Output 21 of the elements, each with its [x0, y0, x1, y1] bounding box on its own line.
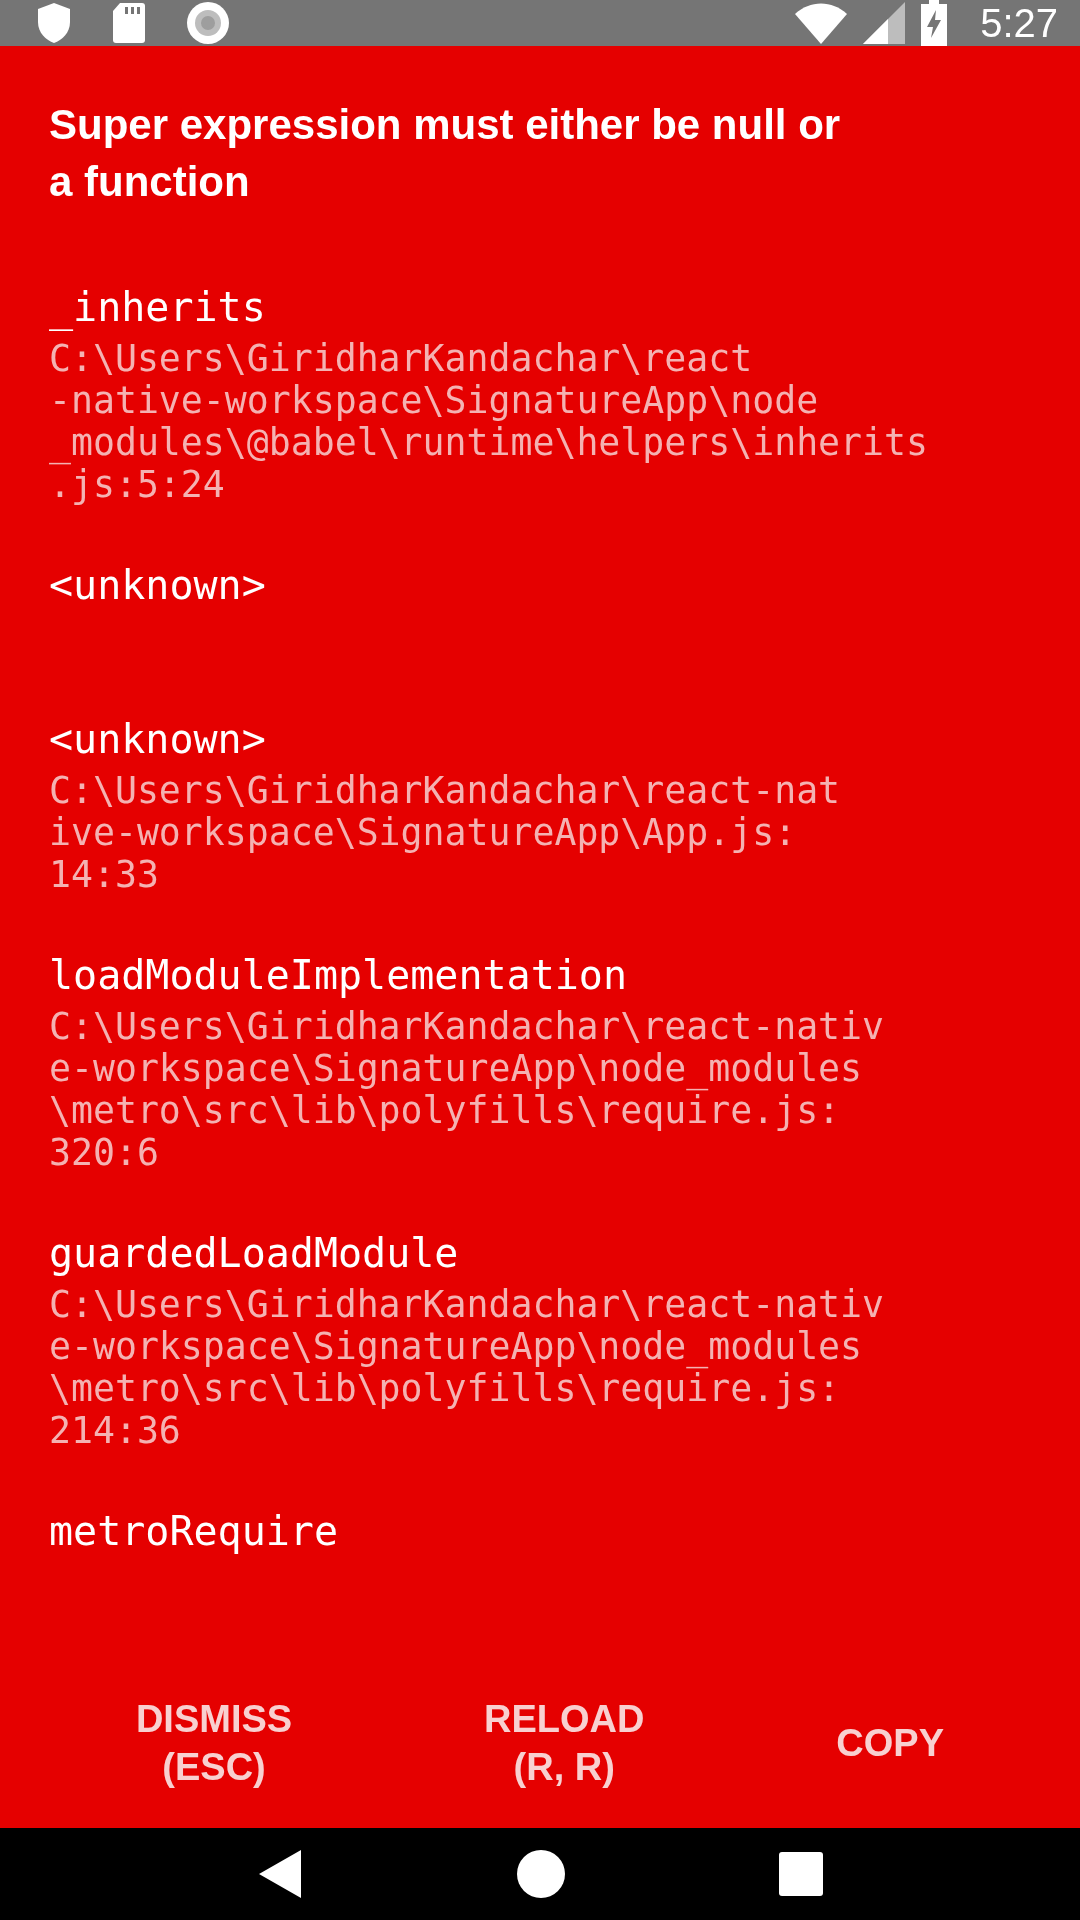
- stack-frame-file-path: C:\Users\GiridharKandachar\react-nat ive-workspace\SignatureApp\App.js: 14:33: [49, 770, 842, 896]
- back-icon[interactable]: [257, 1849, 303, 1899]
- wifi-icon: [794, 2, 849, 44]
- stack-frame-file-path: C:\Users\GiridharKandachar\react-nativ e-workspace\SignatureApp\node_modules \metro\src\lib\polyfills\require.js: 320:6: [49, 1006, 886, 1174]
- record-icon: [186, 1, 230, 45]
- stack-frame-method: loadModuleImplementation: [49, 951, 628, 1000]
- action-button[interactable]: COPY: [816, 1719, 965, 1767]
- stack-frame-file-path: C:\Users\GiridharKandachar\react-nativ e-workspace\SignatureApp\node_modules \metro\src\lib\polyfills\require.js: 214:36: [49, 1284, 886, 1452]
- stack-frame-file-path: C:\Users\GiridharKandachar\react -native-workspace\SignatureApp\node _modules\@babel\runtime\helpers\inherits .js:5:24: [49, 338, 929, 506]
- home-icon[interactable]: [517, 1850, 565, 1898]
- stack-frame-method: _inherits: [49, 283, 267, 333]
- stack-frame-method: guardedLoadModule: [49, 1229, 460, 1278]
- stack-frame-method: metroRequire: [49, 1507, 339, 1556]
- clock-time: 5:27: [980, 0, 1058, 46]
- action-button[interactable]: RELOAD (R, R): [464, 1695, 665, 1791]
- stack-frame-method: <unknown>: [49, 561, 267, 610]
- action-button[interactable]: DISMISS (ESC): [115, 1695, 313, 1791]
- stack-frame-method: <unknown>: [49, 715, 267, 764]
- error-message: Super expression must either be null or a function: [48, 100, 842, 207]
- shield-icon: [36, 2, 72, 44]
- signal-icon: [862, 1, 907, 45]
